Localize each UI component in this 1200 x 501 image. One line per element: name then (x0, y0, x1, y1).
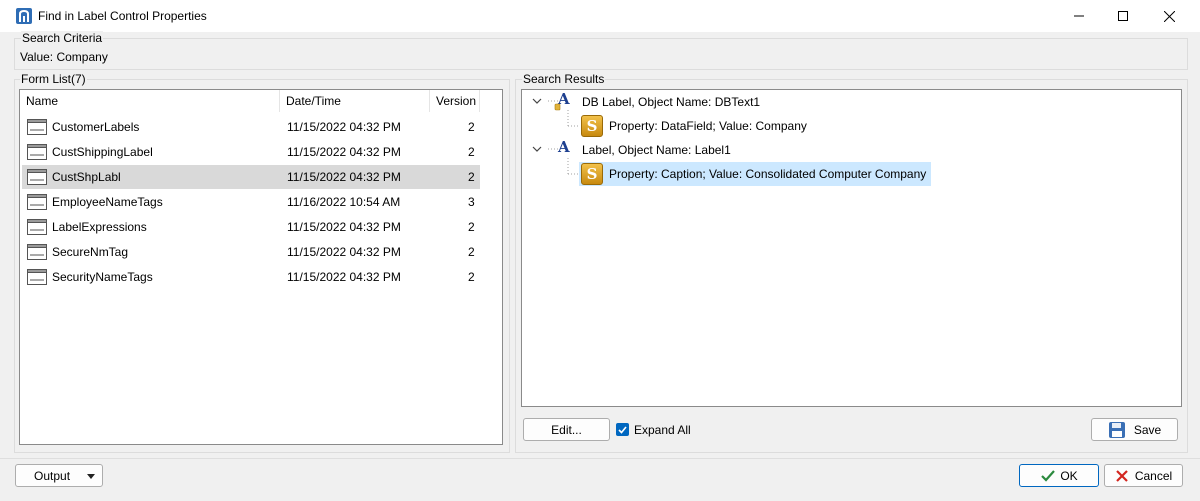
floppy-disk-icon (1108, 421, 1125, 438)
expand-all-label[interactable]: Expand All (634, 423, 691, 437)
footer-bar: Output OK Cancel (0, 458, 1200, 501)
form-version: 2 (468, 145, 475, 159)
close-button[interactable] (1146, 0, 1192, 32)
chevron-down-icon[interactable] (532, 144, 542, 154)
form-version: 2 (468, 245, 475, 259)
form-icon (27, 144, 47, 160)
search-criteria-value: Value: Company (20, 50, 108, 64)
form-version: 2 (468, 220, 475, 234)
cancel-x-icon (1116, 469, 1128, 482)
edit-button[interactable]: Edit... (523, 418, 610, 441)
table-row[interactable]: CustShippingLabel 11/15/2022 04:32 PM 2 (22, 140, 480, 164)
form-name: LabelExpressions (52, 220, 147, 234)
maximize-icon (1118, 11, 1128, 21)
minimize-button[interactable] (1056, 0, 1102, 32)
ok-label: OK (1060, 468, 1078, 483)
app-icon (16, 8, 32, 24)
svg-text:A: A (557, 138, 570, 156)
title-bar: Find in Label Control Properties (0, 0, 1200, 32)
form-list-table[interactable]: Name Date/Time Version CustomerLabels 11/… (19, 89, 503, 445)
form-icon (27, 269, 47, 285)
form-name: CustShpLabl (52, 170, 121, 184)
property-s-icon: S (581, 115, 603, 137)
form-icon (27, 244, 47, 260)
tree-node-label[interactable]: Property: DataField; Value: Company (609, 119, 807, 133)
form-datetime: 11/15/2022 04:32 PM (287, 245, 401, 259)
ok-button[interactable]: OK (1019, 464, 1099, 487)
column-header-version[interactable]: Version (430, 90, 480, 112)
db-label-icon: A (554, 90, 570, 111)
table-row[interactable]: CustShpLabl 11/15/2022 04:32 PM 2 (22, 165, 480, 189)
column-header-name[interactable]: Name (20, 90, 280, 112)
form-datetime: 11/16/2022 10:54 AM (287, 195, 401, 209)
table-row[interactable]: LabelExpressions 11/15/2022 04:32 PM 2 (22, 215, 480, 239)
table-row[interactable]: SecureNmTag 11/15/2022 04:32 PM 2 (22, 240, 480, 264)
form-datetime: 11/15/2022 04:32 PM (287, 145, 401, 159)
minimize-icon (1074, 15, 1084, 17)
label-icon: A (557, 138, 570, 156)
form-name: EmployeeNameTags (52, 195, 163, 209)
save-button[interactable]: Save (1091, 418, 1178, 441)
maximize-button[interactable] (1100, 0, 1146, 32)
form-name: SecureNmTag (52, 245, 129, 259)
output-dropdown-button[interactable]: Output (15, 464, 103, 487)
table-row[interactable]: CustomerLabels 11/15/2022 04:32 PM 2 (22, 115, 480, 139)
form-datetime: 11/15/2022 04:32 PM (287, 220, 401, 234)
table-row[interactable]: SecurityNameTags 11/15/2022 04:32 PM 2 (22, 265, 480, 289)
form-list-title: Form List(7) (20, 72, 87, 86)
form-icon (27, 119, 47, 135)
table-row[interactable]: EmployeeNameTags 11/16/2022 10:54 AM 3 (22, 190, 480, 214)
search-results-tree[interactable]: A DB Label, Object Name: DBText1 S Prope… (521, 89, 1182, 407)
form-datetime: 11/15/2022 04:32 PM (287, 170, 401, 184)
form-version: 3 (468, 195, 475, 209)
form-icon (27, 194, 47, 210)
form-icon (27, 169, 47, 185)
save-label: Save (1133, 422, 1162, 437)
chevron-down-icon[interactable] (532, 96, 542, 106)
form-version: 2 (468, 270, 475, 284)
close-icon (1163, 10, 1175, 22)
form-name: SecurityNameTags (52, 270, 153, 284)
tree-node-label[interactable]: DB Label, Object Name: DBText1 (582, 95, 760, 109)
search-criteria-box (14, 38, 1188, 70)
output-label: Output (34, 468, 71, 483)
checkmark-icon (1041, 469, 1056, 482)
property-s-icon: S (581, 163, 603, 185)
dropdown-arrow-icon (87, 474, 95, 479)
cancel-label: Cancel (1134, 468, 1173, 483)
cancel-button[interactable]: Cancel (1104, 464, 1183, 487)
tree-node-label[interactable]: Label, Object Name: Label1 (582, 143, 731, 157)
form-icon (27, 219, 47, 235)
search-criteria-title: Search Criteria (21, 31, 104, 45)
form-datetime: 11/15/2022 04:32 PM (287, 120, 401, 134)
check-icon (618, 426, 627, 434)
expand-all-checkbox[interactable] (616, 423, 629, 436)
form-datetime: 11/15/2022 04:32 PM (287, 270, 401, 284)
form-name: CustShippingLabel (52, 145, 153, 159)
tree-node-label[interactable]: Property: Caption; Value: Consolidated C… (609, 167, 926, 181)
column-header-datetime[interactable]: Date/Time (280, 90, 430, 112)
search-results-title: Search Results (522, 72, 606, 86)
window-title: Find in Label Control Properties (38, 9, 207, 23)
form-version: 2 (468, 120, 475, 134)
form-version: 2 (468, 170, 475, 184)
form-name: CustomerLabels (52, 120, 140, 134)
